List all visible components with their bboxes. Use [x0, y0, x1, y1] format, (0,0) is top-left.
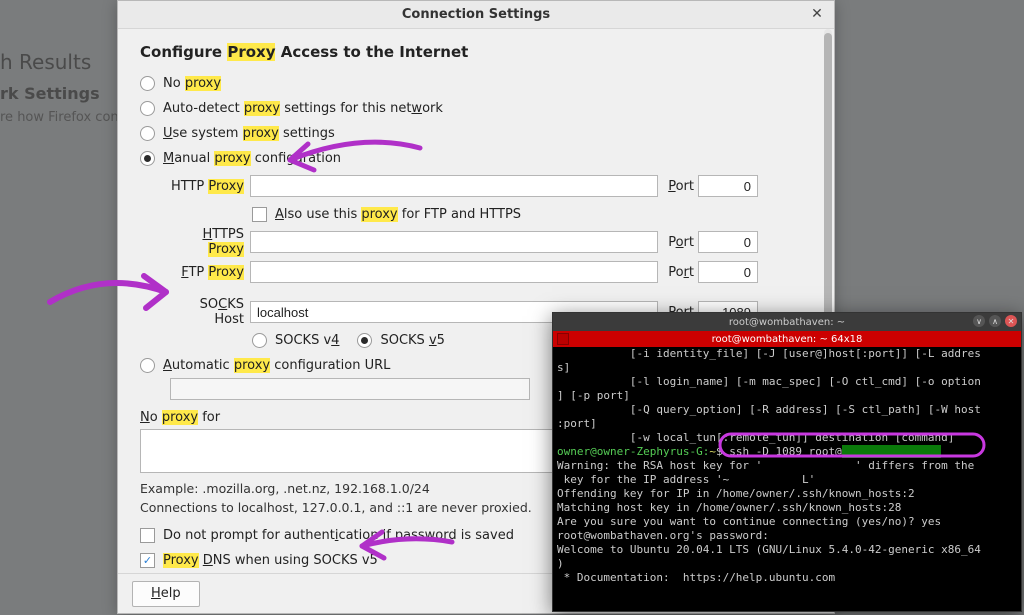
terminal-window: root@wombathaven: ~ ∨ ∧ ✕ root@wombathav… — [552, 312, 1022, 612]
terminal-titlebar: root@wombathaven: ~ ∨ ∧ ✕ — [553, 313, 1021, 331]
ftp-proxy-input[interactable] — [250, 261, 658, 283]
radio-no-proxy[interactable]: No proxy — [140, 71, 812, 95]
bg-results: h Results — [0, 50, 91, 74]
port-label: Port — [664, 265, 694, 280]
minimize-icon[interactable]: ∨ — [973, 315, 985, 327]
radio-manual-proxy[interactable]: Manual proxy configuration — [140, 146, 812, 170]
ftp-port-input[interactable] — [698, 261, 758, 283]
close-icon[interactable]: ✕ — [1005, 315, 1017, 327]
radio-socks-v4[interactable] — [252, 333, 267, 348]
https-port-input[interactable] — [698, 231, 758, 253]
https-proxy-input[interactable] — [250, 231, 658, 253]
radio-auto-detect[interactable]: Auto-detect proxy settings for this netw… — [140, 96, 812, 120]
auto-config-url-input[interactable] — [170, 378, 530, 400]
help-button[interactable]: Help — [132, 581, 200, 607]
http-proxy-input[interactable] — [250, 175, 658, 197]
http-proxy-row: HTTP Proxy Port — [170, 172, 812, 200]
maximize-icon[interactable]: ∧ — [989, 315, 1001, 327]
bg-desc: re how Firefox conne — [0, 110, 135, 125]
port-label: Port — [664, 179, 694, 194]
terminal-redbar: root@wombathaven: ~ 64x18 — [553, 331, 1021, 347]
also-use-checkbox-row[interactable]: ✓ Also use this proxy for FTP and HTTPS — [252, 202, 812, 226]
bg-section: rk Settings — [0, 84, 100, 103]
terminal-body[interactable]: [-i identity_file] [-J [user@]host[:port… — [553, 347, 1021, 611]
page-heading: Configure Proxy Access to the Internet — [140, 43, 812, 61]
port-label: Port — [664, 235, 694, 250]
dialog-titlebar: Connection Settings ✕ — [118, 1, 834, 29]
http-port-input[interactable] — [698, 175, 758, 197]
radio-socks-v5[interactable] — [357, 333, 372, 348]
close-icon[interactable]: ✕ — [808, 5, 826, 23]
ftp-proxy-row: FTP Proxy Port — [170, 258, 812, 286]
dialog-title: Connection Settings — [402, 7, 550, 22]
menu-icon[interactable] — [557, 333, 569, 345]
https-proxy-row: HTTPS Proxy Port — [170, 228, 812, 256]
radio-system-proxy[interactable]: Use system proxy settings — [140, 121, 812, 145]
